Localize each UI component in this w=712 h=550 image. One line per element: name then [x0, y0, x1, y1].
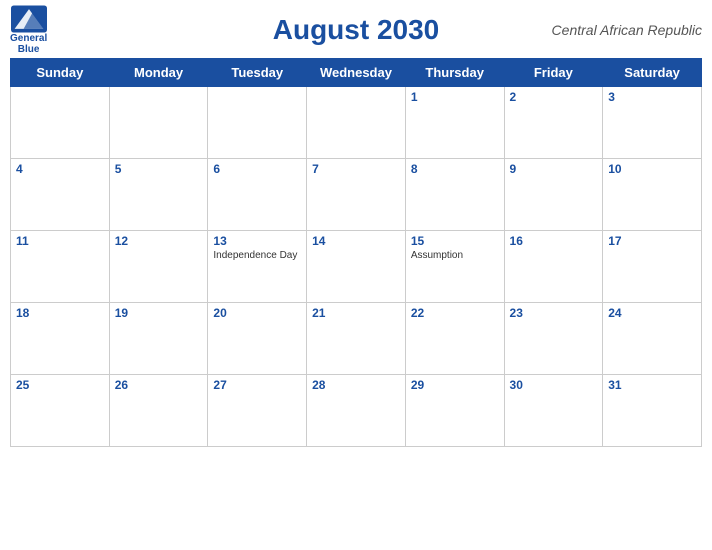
- calendar-cell: 8: [405, 159, 504, 231]
- calendar-grid: Sunday Monday Tuesday Wednesday Thursday…: [10, 58, 702, 447]
- day-number: 20: [213, 306, 301, 320]
- calendar-cell: 5: [109, 159, 208, 231]
- day-number: 18: [16, 306, 104, 320]
- week-row-2: 456789 10: [11, 159, 702, 231]
- header-thursday: Thursday: [405, 59, 504, 87]
- calendar-cell: 25: [11, 375, 110, 447]
- calendar-cell: 23: [504, 303, 603, 375]
- week-row-4: 18 19 20 21 22 23 24: [11, 303, 702, 375]
- day-number: 12: [115, 234, 203, 248]
- day-number: 14: [312, 234, 400, 248]
- calendar-cell: 1: [405, 87, 504, 159]
- calendar-cell: 28: [307, 375, 406, 447]
- logo-text2: Blue: [18, 44, 40, 55]
- day-number: 10: [608, 162, 696, 176]
- calendar-cell: [208, 87, 307, 159]
- day-number: 1: [411, 90, 499, 104]
- calendar-cell: 26: [109, 375, 208, 447]
- day-number: 17: [608, 234, 696, 248]
- day-number: 13: [213, 234, 301, 248]
- day-number: 2: [510, 90, 598, 104]
- header-sunday: Sunday: [11, 59, 110, 87]
- week-row-1: 123: [11, 87, 702, 159]
- calendar-cell: 27: [208, 375, 307, 447]
- calendar-cell: 15 Assumption: [405, 231, 504, 303]
- day-number: 8: [411, 162, 499, 176]
- calendar-cell: 14: [307, 231, 406, 303]
- day-number: 28: [312, 378, 400, 392]
- weekday-header-row: Sunday Monday Tuesday Wednesday Thursday…: [11, 59, 702, 87]
- holiday-label: Assumption: [411, 250, 499, 261]
- header-wednesday: Wednesday: [307, 59, 406, 87]
- calendar-cell: 9: [504, 159, 603, 231]
- calendar-cell: 21: [307, 303, 406, 375]
- day-number: 26: [115, 378, 203, 392]
- header-friday: Friday: [504, 59, 603, 87]
- calendar-body: 12345678910111213Independence Day1415Ass…: [11, 87, 702, 447]
- holiday-label: Independence Day: [213, 250, 301, 261]
- calendar-header: General Blue August 2030 Central African…: [10, 10, 702, 50]
- calendar-cell: 24: [603, 303, 702, 375]
- calendar-cell: 20: [208, 303, 307, 375]
- calendar-cell: 18: [11, 303, 110, 375]
- day-number: 6: [213, 162, 301, 176]
- calendar-cell: 19: [109, 303, 208, 375]
- day-number: 25: [16, 378, 104, 392]
- day-number: 9: [510, 162, 598, 176]
- day-number: 22: [411, 306, 499, 320]
- day-number: 5: [115, 162, 203, 176]
- calendar-cell: 22: [405, 303, 504, 375]
- calendar-cell: 16: [504, 231, 603, 303]
- calendar-cell: 11: [11, 231, 110, 303]
- day-number: 15: [411, 234, 499, 248]
- calendar-cell: 4: [11, 159, 110, 231]
- header-tuesday: Tuesday: [208, 59, 307, 87]
- header-saturday: Saturday: [603, 59, 702, 87]
- day-number: 16: [510, 234, 598, 248]
- day-number: 31: [608, 378, 696, 392]
- header-monday: Monday: [109, 59, 208, 87]
- calendar-cell: 12: [109, 231, 208, 303]
- logo-text: General: [10, 33, 47, 44]
- calendar-cell: [307, 87, 406, 159]
- day-number: 30: [510, 378, 598, 392]
- day-number: 19: [115, 306, 203, 320]
- calendar-cell: 2: [504, 87, 603, 159]
- calendar-cell: 10: [603, 159, 702, 231]
- calendar-cell: 29: [405, 375, 504, 447]
- week-row-3: 11 12 13 Independence Day 14 15 Assumption 16 17: [11, 231, 702, 303]
- logo-area: General Blue: [10, 5, 47, 55]
- day-number: 7: [312, 162, 400, 176]
- day-number: 24: [608, 306, 696, 320]
- day-number: 4: [16, 162, 104, 176]
- day-number: 23: [510, 306, 598, 320]
- week-row-5: 25 26 27 28 29 30 31: [11, 375, 702, 447]
- calendar-wrapper: General Blue August 2030 Central African…: [0, 0, 712, 550]
- calendar-cell: 6: [208, 159, 307, 231]
- calendar-cell: [109, 87, 208, 159]
- calendar-cell: 7: [307, 159, 406, 231]
- calendar-cell: [11, 87, 110, 159]
- calendar-cell: 30: [504, 375, 603, 447]
- calendar-cell: 17: [603, 231, 702, 303]
- calendar-title: August 2030: [273, 14, 440, 46]
- calendar-cell: 31: [603, 375, 702, 447]
- day-number: 21: [312, 306, 400, 320]
- calendar-cell: 13 Independence Day: [208, 231, 307, 303]
- day-number: 27: [213, 378, 301, 392]
- day-number: 29: [411, 378, 499, 392]
- generalblue-logo-icon: [11, 5, 47, 33]
- day-number: 3: [608, 90, 696, 104]
- calendar-cell: 3: [603, 87, 702, 159]
- day-number: 11: [16, 234, 104, 248]
- country-label: Central African Republic: [552, 22, 702, 38]
